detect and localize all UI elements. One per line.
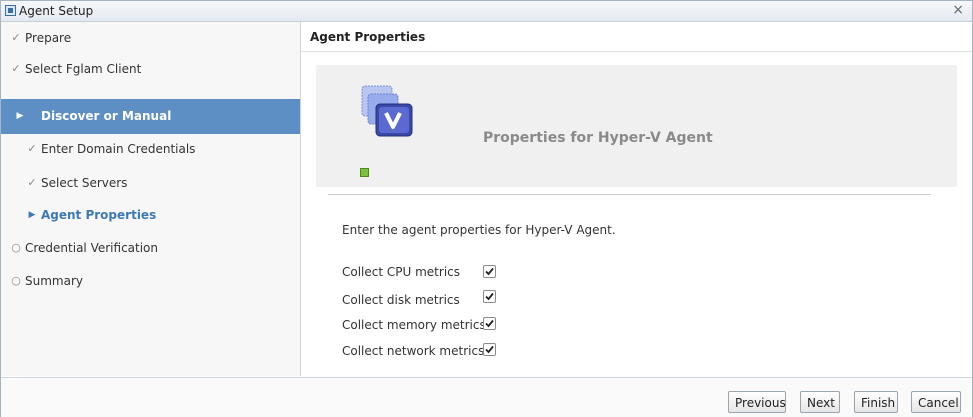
page-title: Agent Properties [301, 22, 972, 52]
step-label: Select Fglam Client [25, 62, 142, 76]
pending-dot-icon: ○ [11, 274, 21, 287]
step-enter-domain-credentials[interactable]: ✓ Enter Domain Credentials [1, 133, 300, 165]
checkmark-icon [485, 345, 494, 354]
memory-metrics-checkbox[interactable] [483, 317, 496, 330]
step-label: Summary [25, 274, 83, 288]
step-prepare[interactable]: ✓ Prepare [1, 22, 300, 54]
network-metrics-checkbox[interactable] [483, 343, 496, 356]
hyper-v-agent-icon [361, 85, 413, 137]
check-icon: ✓ [27, 176, 37, 189]
network-metrics-label: Collect network metrics [342, 344, 485, 358]
check-icon: ✓ [27, 142, 37, 155]
step-label: Select Servers [41, 176, 128, 190]
step-label: Agent Properties [41, 208, 157, 222]
cancel-button[interactable]: Cancel [911, 391, 961, 413]
agent-setup-dialog: Agent Setup × ✓ Prepare ✓ Select Fglam C… [0, 0, 973, 417]
instructions-text: Enter the agent properties for Hyper-V A… [342, 223, 616, 237]
step-summary[interactable]: ○ Summary [1, 265, 300, 297]
expand-arrow-icon: ▶ [16, 111, 24, 121]
button-bar: Previous Next Finish Cancel [1, 377, 972, 417]
panel-title: Properties for Hyper-V Agent [483, 130, 713, 146]
checkmark-icon [485, 267, 494, 276]
step-label: Prepare [25, 31, 72, 45]
step-label: Enter Domain Credentials [41, 142, 196, 156]
cpu-metrics-checkbox[interactable] [483, 265, 496, 278]
checkmark-icon [485, 319, 494, 328]
step-credential-verification[interactable]: ○ Credential Verification [1, 232, 300, 264]
step-select-servers[interactable]: ✓ Select Servers [1, 167, 300, 199]
next-button[interactable]: Next [800, 391, 840, 413]
agent-properties-panel: Properties for Hyper-V Agent [316, 65, 957, 187]
status-ok-icon [360, 168, 369, 177]
finish-button[interactable]: Finish [854, 391, 898, 413]
step-label: Credential Verification [25, 241, 159, 255]
main-content: Agent Properties Properties for Hyper-V … [301, 22, 972, 376]
app-icon [5, 5, 16, 16]
disk-metrics-label: Collect disk metrics [342, 293, 460, 307]
check-icon: ✓ [11, 31, 21, 44]
close-icon[interactable]: × [952, 2, 964, 18]
expand-arrow-icon: ▶ [28, 210, 36, 220]
disk-metrics-checkbox[interactable] [483, 290, 496, 303]
window-title: Agent Setup [19, 4, 94, 18]
pending-dot-icon: ○ [11, 241, 21, 254]
step-agent-properties[interactable]: ▶ Agent Properties [1, 199, 300, 231]
check-icon: ✓ [11, 62, 21, 75]
divider [328, 194, 931, 195]
wizard-steps-sidebar: ✓ Prepare ✓ Select Fglam Client ▶ Discov… [1, 22, 301, 376]
cpu-metrics-label: Collect CPU metrics [342, 265, 460, 279]
title-bar: Agent Setup × [1, 1, 972, 22]
previous-button[interactable]: Previous [728, 391, 786, 413]
checkmark-icon [485, 292, 494, 301]
step-select-fglam-client[interactable]: ✓ Select Fglam Client [1, 53, 300, 85]
step-discover-or-manual[interactable]: ▶ Discover or Manual [1, 99, 300, 134]
memory-metrics-label: Collect memory metrics [342, 318, 486, 332]
step-label: Discover or Manual [41, 109, 172, 123]
